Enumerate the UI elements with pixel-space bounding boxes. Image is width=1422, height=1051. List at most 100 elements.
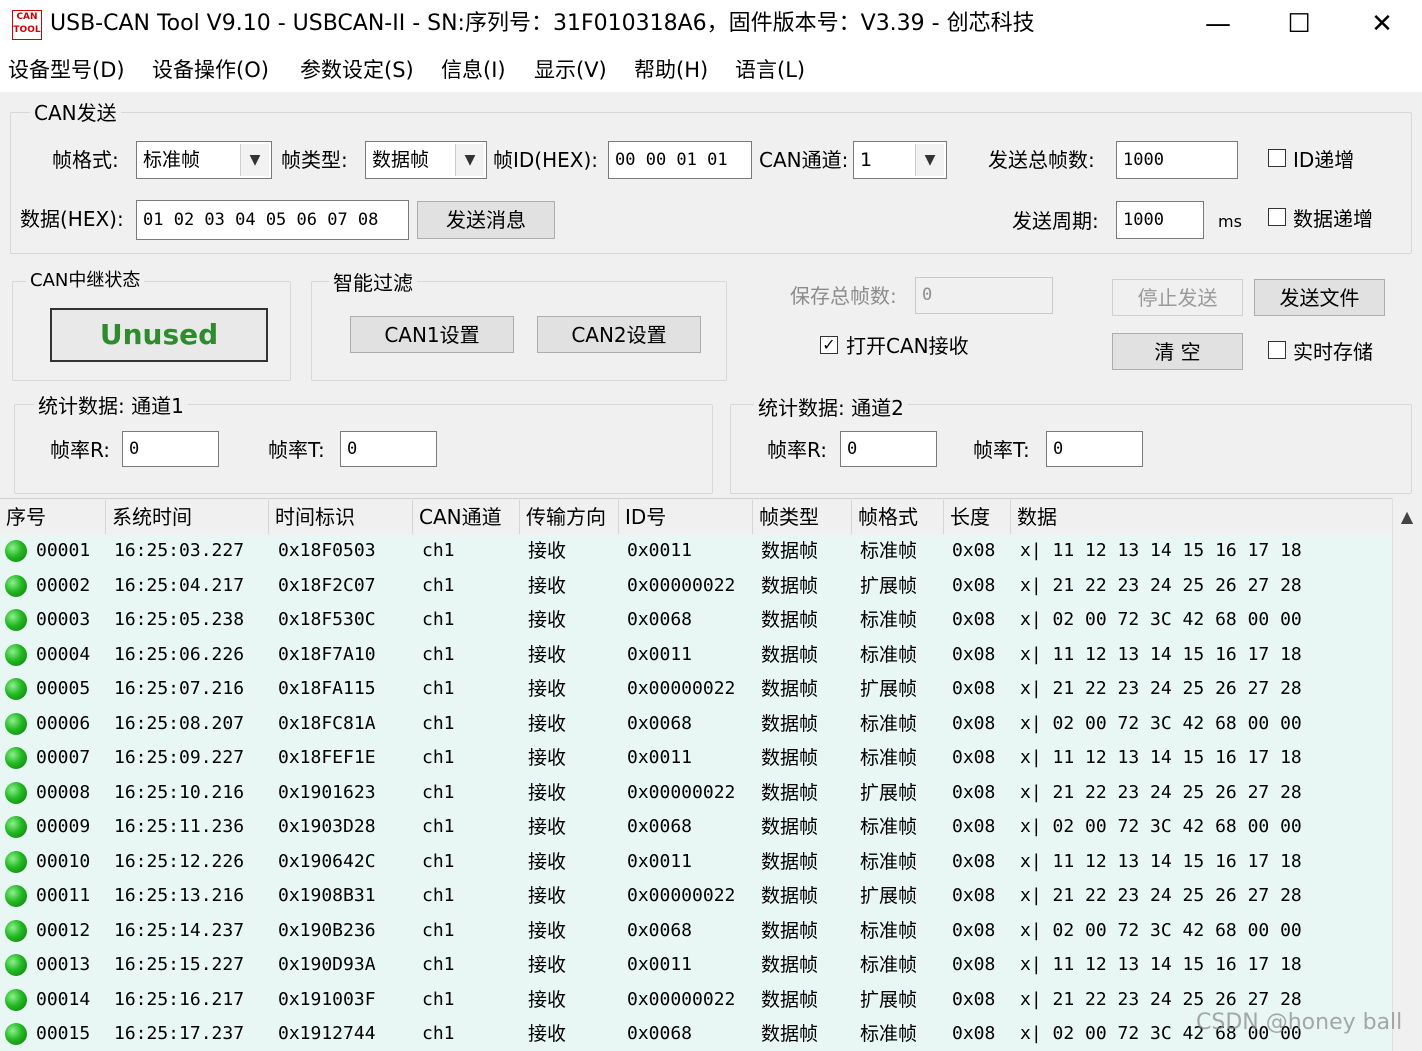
cell-length: 0x08 [952, 988, 996, 1010]
minimize-button[interactable]: — [1178, 0, 1258, 50]
table-row[interactable]: 00006 16:25:08.207 0x18FC81A ch1 接收 0x0068 数据帧… [0, 707, 1392, 742]
cell-frame-type: 数据帧 [761, 781, 819, 804]
data-hex-input[interactable]: 01 02 03 04 05 06 07 08 [136, 200, 409, 240]
cell-direction: 接收 [528, 609, 567, 631]
scroll-up-icon[interactable]: ▲ [1392, 500, 1422, 534]
table-row[interactable]: 00008 16:25:10.216 0x1901623 ch1 接收 0x0000002… [0, 776, 1392, 811]
menu-help[interactable]: 帮助(H) [634, 56, 708, 84]
header-timestamp[interactable]: 时间标识 [269, 500, 413, 534]
id-increment-checkbox[interactable] [1268, 149, 1286, 167]
cell-frame-format: 扩展帧 [860, 574, 918, 597]
menu-display[interactable]: 显示(V) [534, 56, 607, 84]
cell-frame-type: 数据帧 [761, 747, 819, 769]
cell-timestamp: 0x18F7A10 [278, 643, 376, 665]
table-row[interactable]: 00009 16:25:11.236 0x1903D28 ch1 接收 0x0068 数据帧… [0, 810, 1392, 845]
can2-settings-button[interactable]: CAN2设置 [537, 316, 701, 353]
menu-parameter-settings[interactable]: 参数设定(S) [300, 56, 414, 84]
total-frames-input[interactable]: 1000 [1116, 141, 1238, 179]
header-can-channel[interactable]: CAN通道 [413, 500, 520, 534]
stop-send-button[interactable]: 停止发送 [1112, 279, 1243, 316]
status-dot-icon [5, 816, 27, 838]
menu-device-operation[interactable]: 设备操作(O) [152, 56, 269, 84]
maximize-button[interactable]: ☐ [1259, 0, 1339, 50]
cell-direction: 接收 [528, 643, 567, 666]
cell-data: x| 11 12 13 14 15 16 17 18 [1020, 540, 1302, 561]
header-direction[interactable]: 传输方向 [520, 500, 619, 534]
relay-status-button[interactable]: Unused [50, 308, 268, 362]
cell-id: 0x0011 [627, 850, 693, 872]
table-row[interactable]: 00003 16:25:05.238 0x18F530C ch1 接收 0x0068 数据帧… [0, 603, 1392, 638]
open-receive-checkbox[interactable]: ✓ [820, 336, 838, 354]
table-row[interactable]: 00010 16:25:12.226 0x190642C ch1 接收 0x0011 数据帧… [0, 845, 1392, 880]
menu-device-model[interactable]: 设备型号(D) [8, 56, 125, 84]
cell-frame-format: 扩展帧 [860, 781, 918, 804]
vertical-scrollbar[interactable] [1392, 498, 1422, 1051]
send-message-button[interactable]: 发送消息 [417, 201, 555, 239]
frame-format-select[interactable]: 标准帧 ▼ [136, 141, 272, 179]
save-total-label: 保存总帧数: [790, 284, 897, 308]
id-increment-label: ID递增 [1293, 148, 1355, 172]
cell-data: x| 02 00 72 3C 42 68 00 00 [1020, 816, 1302, 837]
cell-seq: 00015 [36, 1023, 91, 1044]
clear-button[interactable]: 清 空 [1112, 333, 1243, 370]
table-row[interactable]: 00005 16:25:07.216 0x18FA115 ch1 接收 0x0000002… [0, 672, 1392, 707]
cell-system-time: 16:25:07.216 [114, 678, 245, 699]
cell-seq: 00010 [36, 850, 91, 872]
watermark: CSDN @honey ball [1196, 1010, 1403, 1035]
cell-frame-type: 数据帧 [761, 609, 819, 631]
stats2-rate-t-label: 帧率T: [973, 438, 1030, 462]
window-title: USB-CAN Tool V9.10 - USBCAN-II - SN:序列号：… [50, 11, 1035, 36]
cell-length: 0x08 [952, 919, 996, 941]
table-row[interactable]: 00011 16:25:13.216 0x1908B31 ch1 接收 0x0000002… [0, 879, 1392, 914]
table-row[interactable]: 00015 16:25:17.237 0x1912744 ch1 接收 0x0068 数据帧… [0, 1017, 1392, 1051]
status-dot-icon [5, 919, 27, 942]
frame-type-select[interactable]: 数据帧 ▼ [365, 141, 487, 179]
header-length[interactable]: 长度 [944, 500, 1011, 534]
menu-language[interactable]: 语言(L) [735, 56, 805, 84]
cell-data: x| 11 12 13 14 15 16 17 18 [1020, 954, 1302, 975]
table-row[interactable]: 00007 16:25:09.227 0x18FEF1E ch1 接收 0x0011 数据帧… [0, 741, 1392, 776]
table-row[interactable]: 00004 16:25:06.226 0x18F7A10 ch1 接收 0x0011 数据帧… [0, 638, 1392, 673]
app-icon: CAN TOOL [12, 10, 42, 40]
open-receive-label: 打开CAN接收 [846, 334, 969, 358]
header-seq[interactable]: 序号 [0, 500, 106, 534]
table-row[interactable]: 00002 16:25:04.217 0x18F2C07 ch1 接收 0x0000002… [0, 569, 1392, 604]
table-body: 00001 16:25:03.227 0x18F0503 ch1 接收 0x0011 数据帧… [0, 534, 1392, 1051]
realtime-save-checkbox[interactable] [1268, 341, 1286, 359]
header-id[interactable]: ID号 [619, 500, 753, 534]
send-file-button[interactable]: 发送文件 [1254, 279, 1385, 316]
frame-id-input[interactable]: 00 00 01 01 [608, 141, 752, 179]
cell-timestamp: 0x1901623 [278, 781, 376, 803]
save-total-input: 0 [915, 277, 1053, 314]
cell-seq: 00011 [36, 885, 91, 906]
cell-length: 0x08 [952, 816, 996, 837]
status-dot-icon [5, 781, 27, 804]
table-row[interactable]: 00014 16:25:16.217 0x191003F ch1 接收 0x0000002… [0, 983, 1392, 1018]
cell-system-time: 16:25:04.217 [114, 574, 245, 596]
cell-direction: 接收 [528, 919, 567, 942]
header-data[interactable]: 数据 [1011, 500, 1392, 534]
menu-info[interactable]: 信息(I) [441, 56, 506, 84]
table-row[interactable]: 00012 16:25:14.237 0x190B236 ch1 接收 0x0068 数据帧… [0, 914, 1392, 949]
cell-can-channel: ch1 [422, 540, 455, 561]
table-row[interactable]: 00001 16:25:03.227 0x18F0503 ch1 接收 0x0011 数据帧… [0, 534, 1392, 569]
period-unit: ms [1218, 212, 1242, 231]
cell-can-channel: ch1 [422, 643, 455, 665]
cell-id: 0x0068 [627, 816, 693, 837]
data-increment-checkbox[interactable] [1268, 208, 1286, 226]
cell-seq: 00005 [36, 678, 91, 699]
table-row[interactable]: 00013 16:25:15.227 0x190D93A ch1 接收 0x0011 数据帧… [0, 948, 1392, 983]
status-dot-icon [5, 540, 27, 562]
header-frame-format[interactable]: 帧格式 [852, 500, 944, 534]
cell-system-time: 16:25:16.217 [114, 988, 245, 1010]
can1-settings-button[interactable]: CAN1设置 [350, 316, 514, 353]
send-period-input[interactable]: 1000 [1116, 201, 1204, 239]
cell-seq: 00006 [36, 712, 91, 734]
cell-system-time: 16:25:10.216 [114, 781, 245, 803]
header-system-time[interactable]: 系统时间 [106, 500, 269, 534]
stats1-rate-t-input: 0 [340, 431, 437, 467]
header-frame-type[interactable]: 帧类型 [753, 500, 852, 534]
can-channel-select[interactable]: 1 ▼ [853, 141, 947, 179]
cell-system-time: 16:25:11.236 [114, 816, 245, 837]
close-button[interactable]: ✕ [1342, 0, 1422, 50]
